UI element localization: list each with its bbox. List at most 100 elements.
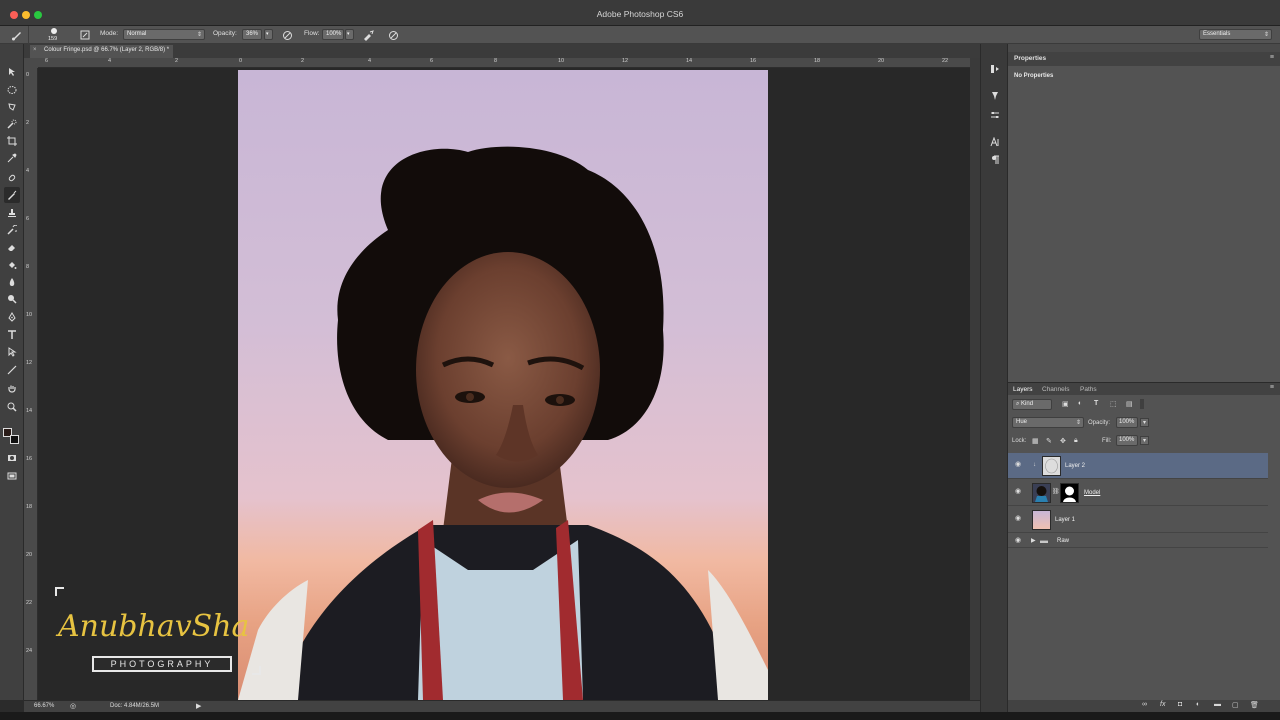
- filter-type-icon[interactable]: T: [1094, 400, 1098, 407]
- vertical-scrollbar[interactable]: [970, 58, 980, 700]
- lock-image-pixels-icon[interactable]: ✎: [1046, 437, 1052, 445]
- status-info-icon[interactable]: ◎: [70, 702, 76, 710]
- mode-select[interactable]: Normal ⇕: [123, 29, 205, 40]
- history-brush-tool-icon[interactable]: [4, 222, 20, 238]
- paragraph-panel-icon[interactable]: [987, 153, 1003, 167]
- brush-picker[interactable]: 159: [44, 27, 64, 43]
- quick-selection-tool-icon[interactable]: [4, 116, 20, 132]
- crop-tool-icon[interactable]: [4, 133, 20, 149]
- new-group-icon[interactable]: ▬: [1214, 701, 1221, 708]
- filter-adjustment-icon[interactable]: ◐: [1078, 400, 1082, 407]
- hand-tool-icon[interactable]: [4, 381, 20, 397]
- filter-shape-icon[interactable]: ⬚: [1110, 400, 1117, 408]
- background-color-swatch[interactable]: [10, 435, 19, 444]
- link-layers-icon[interactable]: ∞: [1142, 701, 1147, 708]
- elliptical-marquee-tool-icon[interactable]: [4, 82, 20, 98]
- history-panel-icon[interactable]: [987, 62, 1003, 76]
- pen-tool-icon[interactable]: [4, 309, 20, 325]
- panel-menu-icon[interactable]: ≡: [1270, 54, 1274, 61]
- opacity-input[interactable]: 36%: [242, 29, 262, 40]
- layer-style-icon[interactable]: fx: [1160, 701, 1165, 708]
- layer-name[interactable]: Layer 2: [1065, 463, 1085, 469]
- fill-dropdown[interactable]: ▾: [1140, 436, 1150, 445]
- layer-name[interactable]: Model: [1084, 490, 1100, 496]
- lasso-tool-icon[interactable]: [4, 99, 20, 115]
- ruler-tick-label: 0: [239, 58, 243, 64]
- layer-opacity-input[interactable]: 100%: [1116, 417, 1138, 428]
- visibility-eye-icon[interactable]: ◉: [1015, 461, 1023, 468]
- path-selection-tool-icon[interactable]: [4, 344, 20, 360]
- layer-row-layer-1[interactable]: ◉ Layer 1: [1008, 507, 1268, 533]
- clone-stamp-tool-icon[interactable]: [4, 205, 20, 221]
- blur-tool-icon[interactable]: [4, 274, 20, 290]
- layer-thumbnail: [1032, 483, 1051, 503]
- layer-name[interactable]: Raw: [1057, 538, 1069, 544]
- trash-icon[interactable]: 🗑︎: [1250, 701, 1259, 709]
- pressure-size-icon[interactable]: [387, 29, 400, 41]
- flow-dropdown-button[interactable]: ▾: [345, 29, 354, 40]
- fill-input[interactable]: 100%: [1116, 435, 1138, 446]
- paint-bucket-tool-icon[interactable]: [4, 257, 20, 273]
- panel-menu-icon[interactable]: ≡: [1270, 384, 1274, 391]
- adjustments-icon[interactable]: [987, 108, 1003, 122]
- flow-input[interactable]: 100%: [322, 29, 344, 40]
- brush-presets-icon[interactable]: [987, 89, 1003, 103]
- spot-healing-brush-tool-icon[interactable]: [4, 170, 20, 186]
- tab-channels[interactable]: Channels: [1042, 386, 1069, 393]
- app-title: Adobe Photoshop CS6: [596, 9, 684, 19]
- filter-toggle[interactable]: [1140, 399, 1144, 409]
- brush-tool-icon[interactable]: [4, 187, 20, 203]
- opacity-value: 36%: [246, 31, 259, 37]
- blend-mode-select[interactable]: Hue ⇕: [1012, 417, 1084, 428]
- folder-icon: ▬: [1040, 536, 1048, 545]
- brush-tool-preset-icon[interactable]: [10, 29, 23, 41]
- zoom-level[interactable]: 66.67%: [34, 703, 54, 709]
- layer-opacity-dropdown[interactable]: ▾: [1140, 418, 1150, 427]
- character-panel-icon[interactable]: [987, 135, 1003, 149]
- tab-layers[interactable]: Layers: [1013, 386, 1033, 393]
- brush-panel-toggle-icon[interactable]: [78, 29, 91, 41]
- tab-paths[interactable]: Paths: [1080, 386, 1097, 393]
- filter-pixel-icon[interactable]: ▣: [1062, 400, 1069, 408]
- layer-row-layer-2[interactable]: ◉ ↓ Layer 2: [1008, 453, 1268, 479]
- lock-all-icon[interactable]: 🔒︎: [1074, 437, 1078, 445]
- close-tab-icon[interactable]: ×: [33, 47, 37, 53]
- title-bar: Adobe Photoshop CS6: [0, 0, 1280, 26]
- layer-filter-select[interactable]: ⌕ Kind: [1012, 399, 1052, 410]
- document-canvas-image[interactable]: [238, 70, 768, 700]
- adjustment-layer-icon[interactable]: ◐: [1196, 701, 1200, 708]
- move-tool-icon[interactable]: [4, 64, 20, 80]
- visibility-eye-icon[interactable]: ◉: [1015, 515, 1023, 522]
- lock-position-icon[interactable]: ✥: [1060, 437, 1066, 445]
- layer-name[interactable]: Layer 1: [1055, 517, 1075, 523]
- dodge-tool-icon[interactable]: [4, 291, 20, 307]
- eyedropper-tool-icon[interactable]: [4, 150, 20, 166]
- workspace-switcher[interactable]: Essentials ⇕: [1199, 29, 1272, 40]
- filter-smart-object-icon[interactable]: ▤: [1126, 400, 1133, 408]
- airbrush-icon[interactable]: [362, 29, 375, 41]
- line-tool-icon[interactable]: [4, 362, 20, 378]
- expand-arrow-icon[interactable]: ▶: [1031, 537, 1036, 544]
- new-layer-icon[interactable]: ▢: [1232, 701, 1239, 709]
- layer-mask-thumbnail[interactable]: [1060, 483, 1079, 503]
- layer-group-raw[interactable]: ◉ ▶ ▬ Raw: [1008, 534, 1268, 548]
- eraser-tool-icon[interactable]: [4, 239, 20, 255]
- document-tab[interactable]: × Colour Fringe.psd @ 66.7% (Layer 2, RG…: [30, 45, 174, 58]
- screen-mode-icon[interactable]: [4, 468, 20, 484]
- layer-row-model[interactable]: ◉ ⛓︎ Model: [1008, 480, 1268, 506]
- lock-transparency-icon[interactable]: ▦: [1032, 437, 1039, 445]
- zoom-tool-icon[interactable]: [4, 399, 20, 415]
- visibility-eye-icon[interactable]: ◉: [1015, 488, 1023, 495]
- pressure-opacity-icon[interactable]: [281, 29, 294, 41]
- visibility-eye-icon[interactable]: ◉: [1015, 537, 1023, 544]
- ruler-origin[interactable]: [24, 58, 38, 68]
- horizontal-ruler[interactable]: 6 4 2 0 2 4 6 8 10 12 14 16 18 20 22: [38, 58, 970, 68]
- add-mask-icon[interactable]: ◘: [1178, 701, 1182, 708]
- status-menu-arrow-icon[interactable]: ▶: [196, 702, 201, 710]
- quick-mask-icon[interactable]: [4, 450, 20, 466]
- chain-link-icon[interactable]: ⛓︎: [1052, 488, 1060, 495]
- opacity-dropdown-button[interactable]: ▾: [264, 29, 273, 40]
- type-tool-icon[interactable]: [4, 327, 20, 343]
- vertical-ruler[interactable]: 0 2 4 6 8 10 12 14 16 18 20 22 24: [24, 68, 38, 700]
- tab-properties[interactable]: Properties: [1014, 55, 1046, 62]
